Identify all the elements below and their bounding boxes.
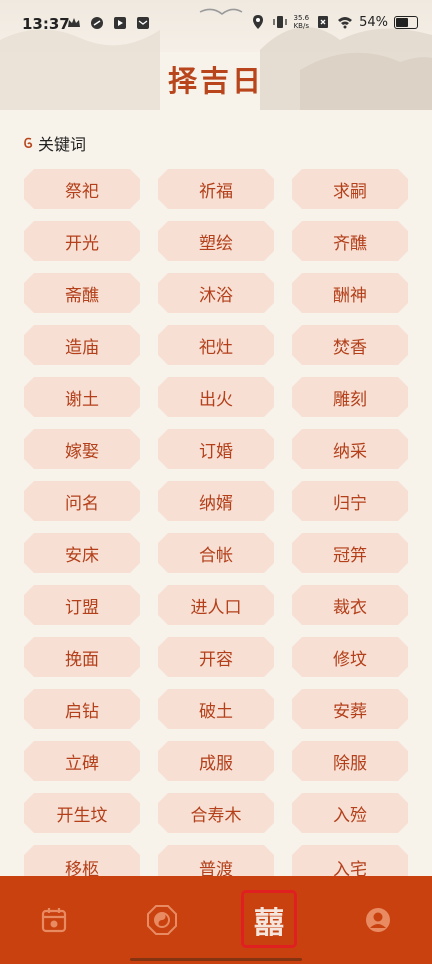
keyword-chip[interactable]: 求嗣 [292,169,408,209]
keyword-chip[interactable]: 雕刻 [292,377,408,417]
keywords-section-header: 关键词 [22,131,86,155]
keyword-chip[interactable]: 塑绘 [158,221,274,261]
keyword-chip[interactable]: 立碑 [24,741,140,781]
keyword-chip[interactable]: 谢土 [24,377,140,417]
leaf-app-icon [91,17,103,29]
keyword-chip[interactable]: 普渡 [158,845,274,877]
keyword-chip[interactable]: 开生坟 [24,793,140,833]
keyword-chip[interactable]: 造庙 [24,325,140,365]
keyword-chip[interactable]: 修坟 [292,637,408,677]
keyword-chip[interactable]: 开容 [158,637,274,677]
location-icon [252,15,263,29]
sim-x-icon [318,16,329,28]
bottom-navigation: 囍 [0,876,432,964]
keyword-chip[interactable]: 启钻 [24,689,140,729]
crown-icon [68,18,80,27]
keyword-chip[interactable]: 安葬 [292,689,408,729]
keyword-chip[interactable]: 祈福 [158,169,274,209]
network-speed: 35.6 KB/s [294,14,310,30]
keyword-chip[interactable]: 破土 [158,689,274,729]
swirl-icon [24,137,33,148]
vibrate-icon [272,16,287,28]
mail-app-icon [137,17,149,29]
keyword-chip[interactable]: 入宅 [292,845,408,877]
keyword-chip[interactable]: 沐浴 [158,273,274,313]
keyword-chip[interactable]: 嫁娶 [24,429,140,469]
gesture-home-bar[interactable] [130,958,302,961]
keyword-chip[interactable]: 问名 [24,481,140,521]
keyword-chip[interactable]: 斋醮 [24,273,140,313]
keyword-chip[interactable]: 纳采 [292,429,408,469]
keyword-chip[interactable]: 祀灶 [158,325,274,365]
keyword-chip[interactable]: 移柩 [24,845,140,877]
page-title: 择吉日 [167,64,264,98]
keyword-chip[interactable]: 冠笄 [292,533,408,573]
keyword-chip[interactable]: 订盟 [24,585,140,625]
keyword-chip[interactable]: 合寿木 [158,793,274,833]
calendar-icon [41,908,67,933]
nav-profile-button[interactable] [358,900,398,940]
nav-calendar-button[interactable] [34,900,74,940]
play-app-icon [114,17,126,29]
keyword-chip[interactable]: 挽面 [24,637,140,677]
keyword-chip[interactable]: 入殓 [292,793,408,833]
wifi-icon [338,17,353,29]
nav-bagua-button[interactable] [142,900,182,940]
keyword-grid: 祭祀 祈福 求嗣开光 塑绘 齐醮斋醮 沐浴 酬神造庙 祀灶 焚香谢土 出火 雕刻嫁娶 订婚 纳采问名 纳婿… [24,169,408,877]
section-label: 关键词 [38,135,87,154]
keyword-chip[interactable]: 成服 [158,741,274,781]
keyword-chip[interactable]: 纳婿 [158,481,274,521]
keyword-chip[interactable]: 裁衣 [292,585,408,625]
keyword-chip[interactable]: 出火 [158,377,274,417]
keyword-chip[interactable]: 订婚 [158,429,274,469]
keyword-chip[interactable]: 进人口 [158,585,274,625]
keyword-chip[interactable]: 除服 [292,741,408,781]
speed-value: 35.6 [293,14,310,22]
keyword-chip[interactable]: 齐醮 [292,221,408,261]
bagua-icon [147,905,177,935]
keyword-chip[interactable]: 归宁 [292,481,408,521]
battery-percent: 54% [359,14,388,30]
selected-nav-highlight [241,890,297,948]
keyword-chip[interactable]: 安床 [24,533,140,573]
keyword-chip[interactable]: 焚香 [292,325,408,365]
status-notification-icons [66,15,151,31]
profile-icon [366,908,390,932]
status-system-icons: 35.6 KB/s 54% [250,14,418,30]
keyword-chip[interactable]: 酬神 [292,273,408,313]
status-time: 13:37 [22,15,70,33]
keyword-chip[interactable]: 祭祀 [24,169,140,209]
speed-unit: KB/s [293,22,309,30]
keyword-chip[interactable]: 开光 [24,221,140,261]
battery-icon [394,15,418,29]
keyword-chip[interactable]: 合帐 [158,533,274,573]
